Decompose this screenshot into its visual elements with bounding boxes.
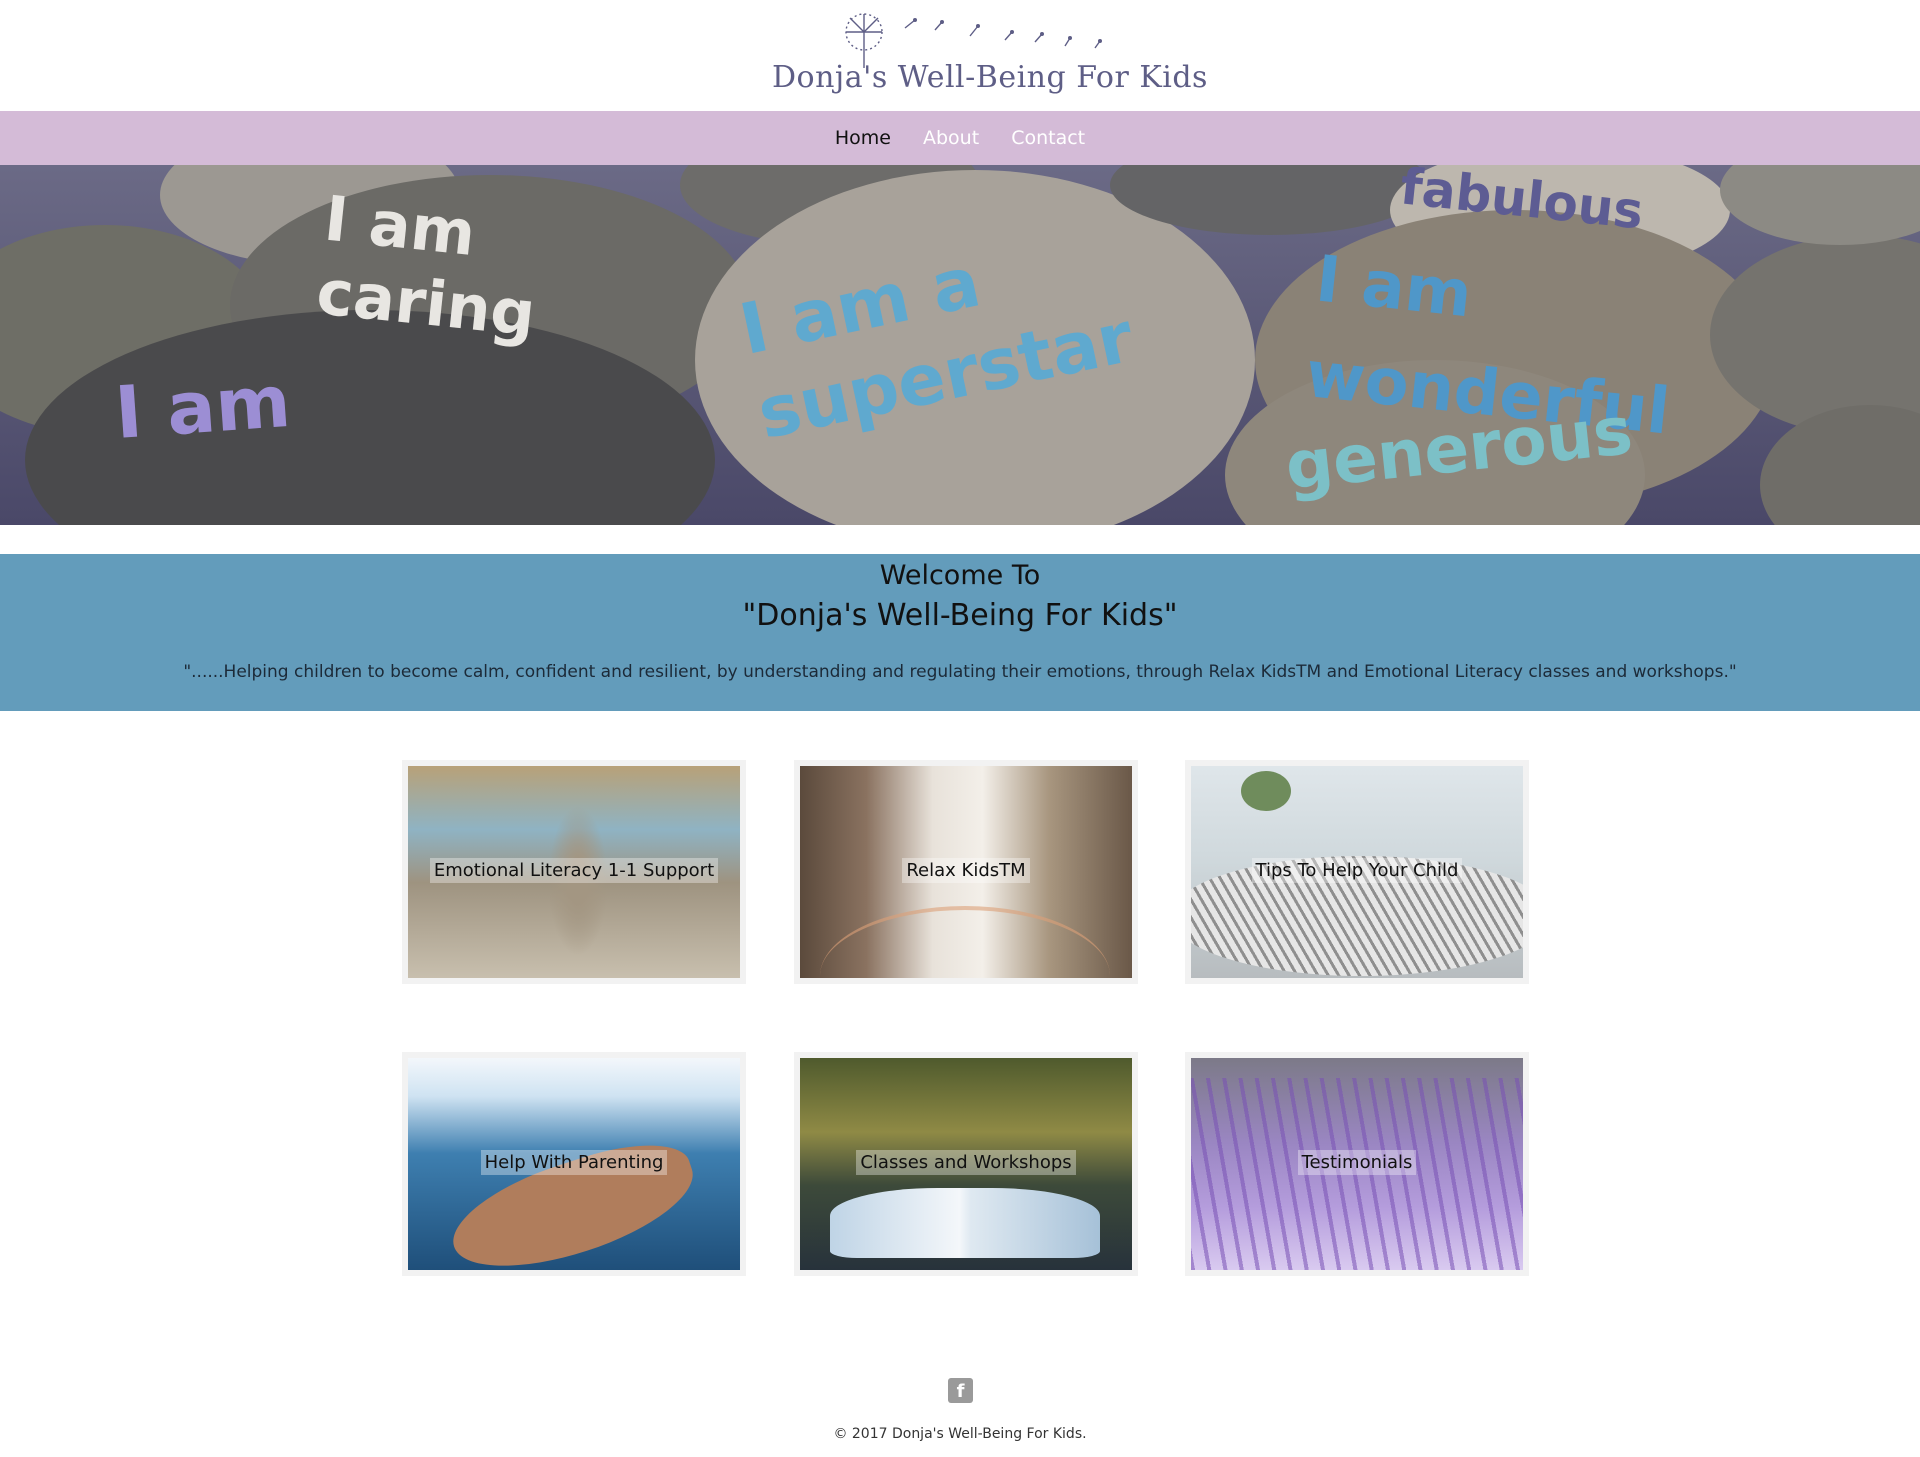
site-header: Donja's Well-Being For Kids bbox=[0, 0, 1920, 111]
site-logo[interactable]: Donja's Well-Being For Kids bbox=[770, 8, 1207, 108]
hand-over-water-image bbox=[408, 1058, 740, 1270]
hammock-shape bbox=[1191, 856, 1523, 976]
tile-tips[interactable]: Tips To Help Your Child bbox=[1185, 760, 1529, 984]
plant-shape bbox=[1241, 771, 1291, 811]
hammock-image bbox=[1191, 766, 1523, 978]
stone-cairn-shape bbox=[548, 806, 608, 956]
dandelion-icon bbox=[845, 13, 1102, 68]
stone-image bbox=[1720, 165, 1920, 245]
main-nav: Home About Contact bbox=[0, 111, 1920, 165]
facebook-icon[interactable]: f bbox=[948, 1378, 973, 1403]
rainbow-shape bbox=[820, 906, 1110, 978]
stone-image bbox=[1760, 405, 1920, 525]
tile-emotional-literacy[interactable]: Emotional Literacy 1-1 Support bbox=[402, 760, 746, 984]
nav-item-contact[interactable]: Contact bbox=[1011, 127, 1085, 149]
stone-text: I am bbox=[112, 358, 294, 456]
nav-item-home[interactable]: Home bbox=[835, 127, 891, 149]
logo-text: Donja's Well-Being For Kids bbox=[772, 60, 1208, 95]
nav-item-about[interactable]: About bbox=[923, 127, 979, 149]
lavender-shape bbox=[1191, 1078, 1523, 1270]
waterfall-image bbox=[800, 766, 1132, 978]
welcome-section: Welcome To "Donja's Well-Being For Kids"… bbox=[0, 554, 1920, 711]
tile-parenting[interactable]: Help With Parenting bbox=[402, 1052, 746, 1276]
book-shape bbox=[830, 1188, 1100, 1258]
tile-classes[interactable]: Classes and Workshops bbox=[794, 1052, 1138, 1276]
stacked-stones-image bbox=[408, 766, 740, 978]
hand-shape bbox=[440, 1126, 706, 1270]
welcome-title: Welcome To bbox=[879, 560, 1041, 591]
hero-banner: I am caring I am a superstar I am wonder… bbox=[0, 165, 1920, 525]
welcome-name: "Donja's Well-Being For Kids" bbox=[742, 598, 1178, 633]
tile-testimonials[interactable]: Testimonials bbox=[1185, 1052, 1529, 1276]
tile-relax-kids[interactable]: Relax KidsTM bbox=[794, 760, 1138, 984]
copyright-text: © 2017 Donja's Well-Being For Kids. bbox=[833, 1426, 1087, 1442]
welcome-quote: "......Helping children to become calm, … bbox=[183, 662, 1737, 682]
lavender-image bbox=[1191, 1058, 1523, 1270]
open-book-image bbox=[800, 1058, 1132, 1270]
